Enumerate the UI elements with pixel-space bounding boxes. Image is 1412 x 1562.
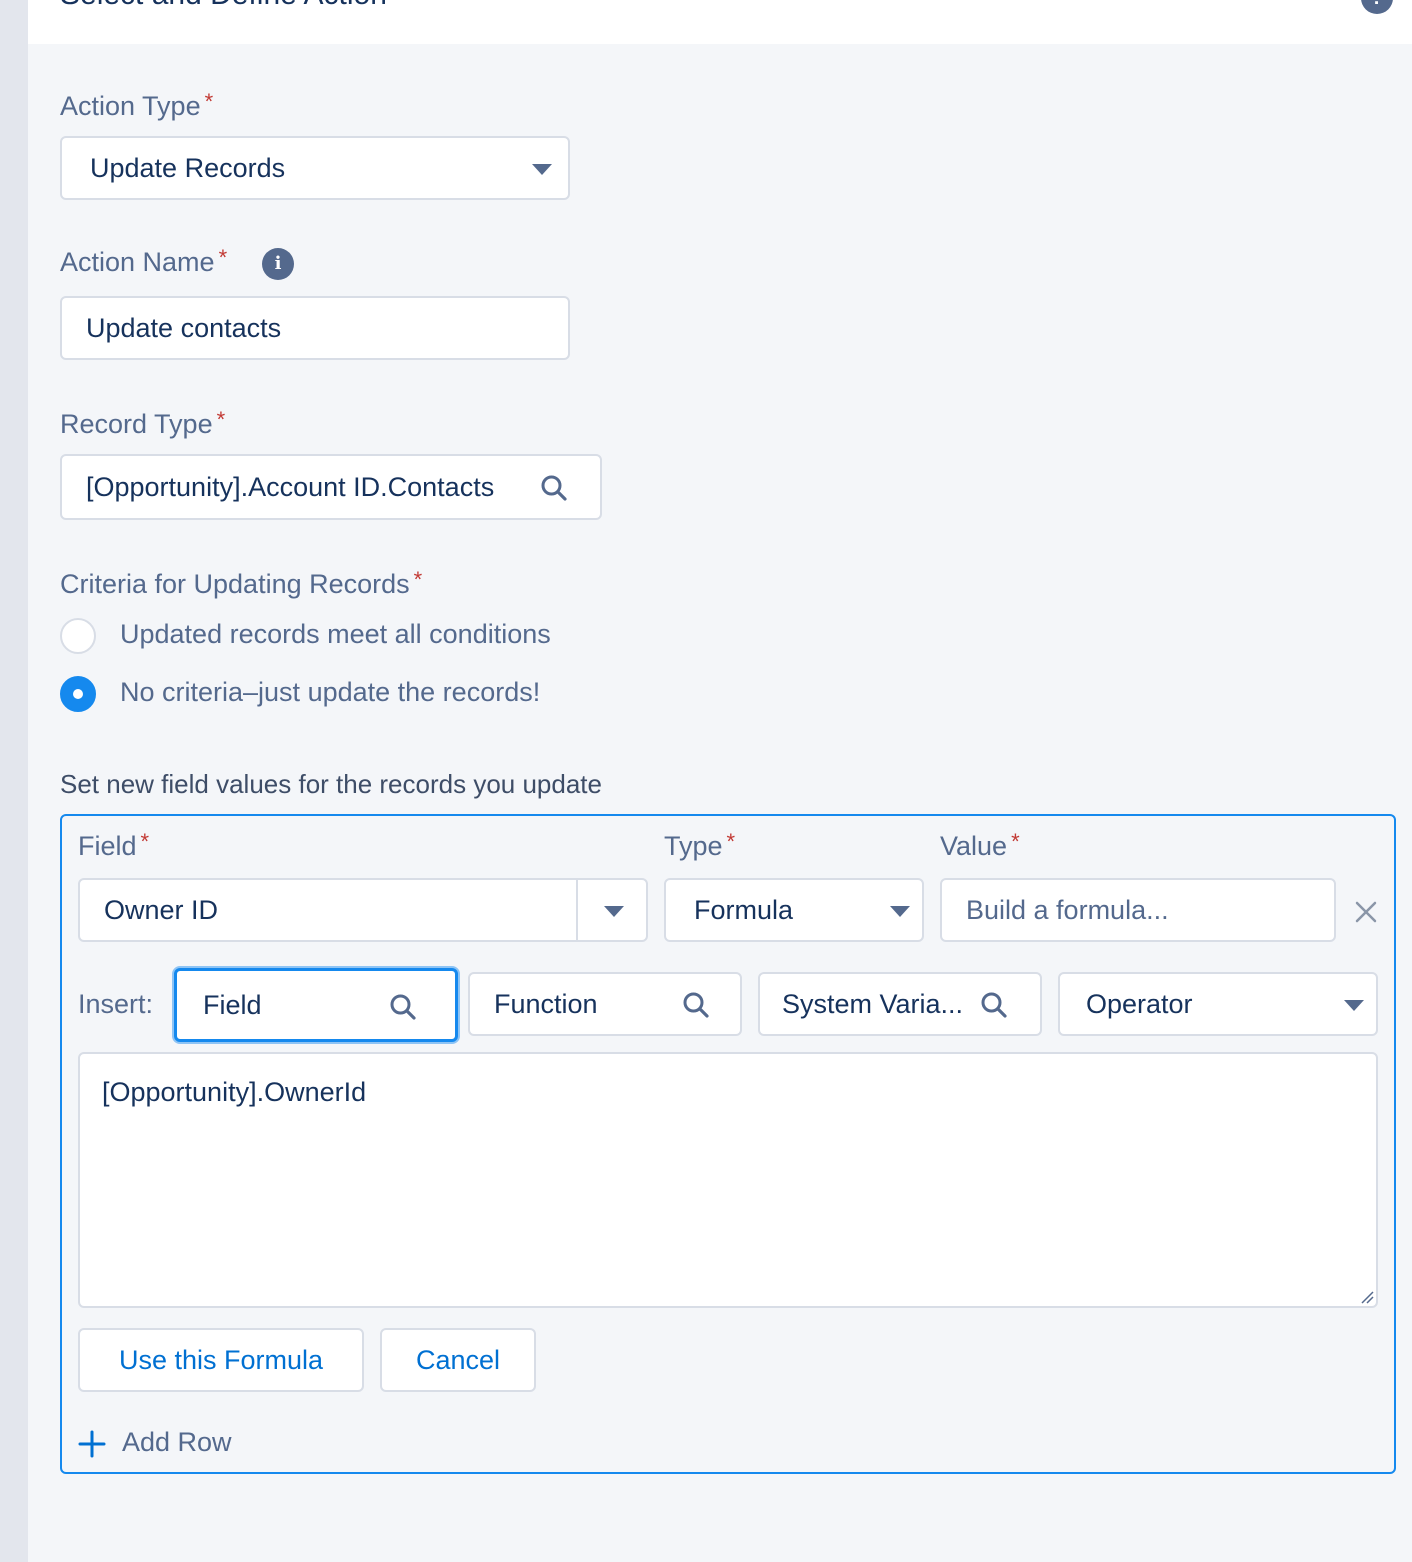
cancel-button[interactable]: Cancel [380,1328,536,1392]
field-values-container: Field * Type * Value * Owner ID Formula Bui… [60,814,1396,1474]
type-select[interactable]: Formula [664,878,924,942]
action-name-label-text: Action Name [60,247,215,277]
value-formula-input[interactable]: Build a formula... [940,878,1336,942]
search-icon[interactable] [682,991,710,1019]
required-mark: * [1011,829,1020,854]
field-select[interactable]: Owner ID [78,878,648,942]
insert-system-variable-placeholder: System Varia... [782,989,964,1019]
record-type-label-text: Record Type [60,409,213,439]
chevron-down-icon [890,906,910,917]
formula-textarea[interactable]: [Opportunity].OwnerId [78,1052,1378,1308]
insert-field-placeholder: Field [203,990,262,1020]
insert-function-placeholder: Function [494,989,598,1019]
add-icon [78,1430,106,1458]
criteria-label: Criteria for Updating Records * [60,567,423,600]
column-header-field: Field * [78,829,150,862]
close-icon[interactable] [1354,900,1378,924]
panel-header: Select and Define Action ? [28,0,1412,44]
insert-operator-select[interactable]: Operator [1058,972,1378,1036]
required-mark: * [218,245,228,270]
field-values-heading: Set new field values for the records you… [60,769,602,799]
action-name-value: Update contacts [86,313,282,343]
insert-label: Insert: [78,989,154,1019]
action-type-select[interactable]: Update Records [60,136,570,200]
select-divider [576,880,578,940]
required-mark: * [726,829,736,854]
column-header-value-text: Value [940,831,1008,861]
formula-text: [Opportunity].OwnerId [102,1077,367,1107]
radio-all-conditions-label[interactable]: Updated records meet all conditions [120,618,551,650]
value-formula-placeholder: Build a formula... [966,895,1169,925]
radio-all-conditions[interactable] [60,618,96,654]
use-formula-button[interactable]: Use this Formula [78,1328,364,1392]
required-mark: * [204,89,214,114]
field-select-value: Owner ID [104,895,219,925]
record-type-label: Record Type * [60,407,226,440]
column-header-type: Type * [664,829,736,862]
help-icon[interactable]: ? [1361,0,1393,14]
required-mark: * [413,567,423,592]
column-header-type-text: Type [664,831,723,861]
chevron-down-icon[interactable] [604,906,624,917]
add-row-link[interactable]: Add Row [78,1426,338,1462]
radio-no-criteria-label[interactable]: No criteria–just update the records! [120,676,540,708]
search-icon[interactable] [389,993,417,1021]
record-type-value: [Opportunity].Account ID.Contacts [86,472,495,502]
search-icon[interactable] [980,991,1008,1019]
insert-field-lookup[interactable]: Field [174,968,458,1042]
chevron-down-icon [1344,1000,1364,1011]
action-type-label: Action Type * [60,89,214,122]
radio-no-criteria[interactable] [60,676,96,712]
insert-system-variable-lookup[interactable]: System Varia... [758,972,1042,1036]
insert-operator-value: Operator [1086,989,1193,1019]
action-type-label-text: Action Type [60,91,201,121]
panel-title: Select and Define Action [60,0,387,10]
action-type-value: Update Records [90,153,286,183]
resize-handle-icon[interactable] [1360,1290,1374,1304]
type-select-value: Formula [694,895,794,925]
action-name-input[interactable]: Update contacts [60,296,570,360]
required-mark: * [140,829,150,854]
column-header-value: Value * [940,829,1020,862]
info-icon[interactable]: i [262,248,294,280]
column-header-field-text: Field [78,831,137,861]
add-row-label: Add Row [122,1427,232,1457]
required-mark: * [216,407,226,432]
chevron-down-icon [532,164,552,175]
insert-function-lookup[interactable]: Function [468,972,742,1036]
criteria-label-text: Criteria for Updating Records [60,569,410,599]
search-icon[interactable] [540,474,568,502]
record-type-lookup[interactable]: [Opportunity].Account ID.Contacts [60,454,602,520]
action-name-label: Action Name * [60,245,228,278]
